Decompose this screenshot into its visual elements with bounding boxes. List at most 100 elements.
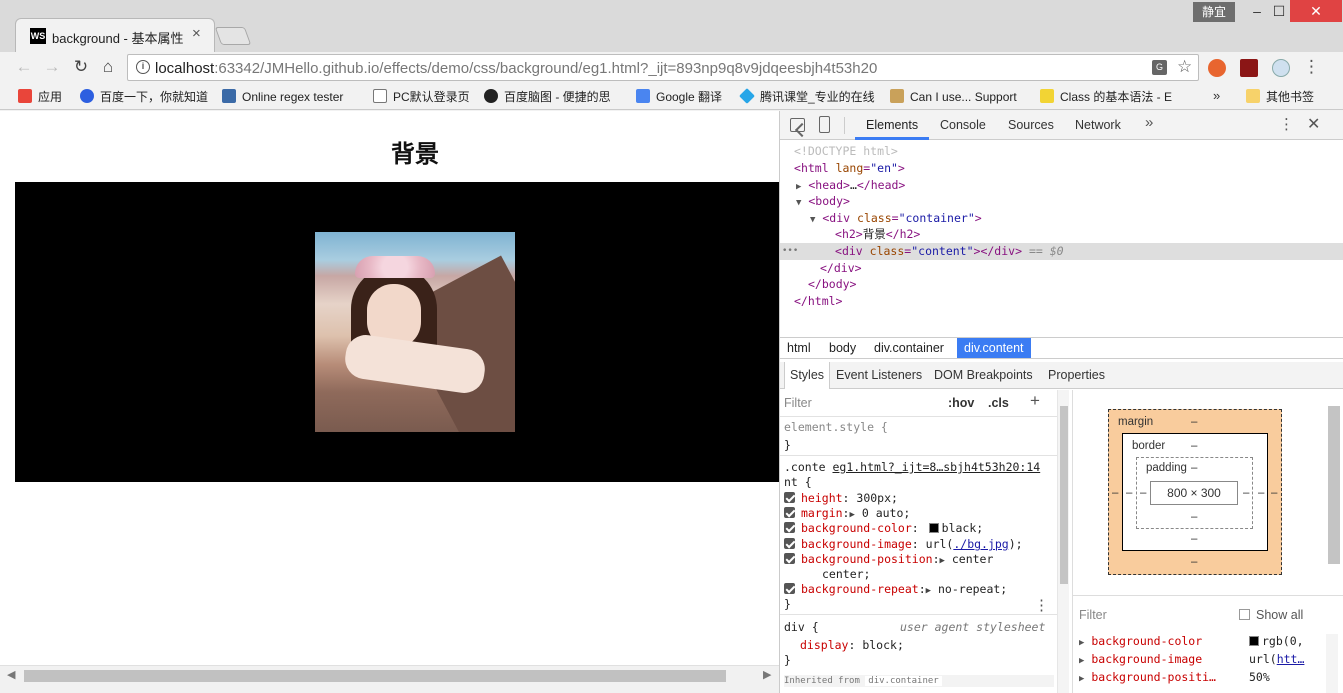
inspect-element-icon[interactable] [790, 118, 805, 132]
device-toolbar-icon[interactable] [819, 116, 830, 133]
prop-checkbox[interactable] [784, 492, 795, 503]
metrics-scrollbar-thumb[interactable] [1328, 406, 1340, 564]
crumb-div-content[interactable]: div.content [957, 338, 1031, 358]
crumb-html[interactable]: html [787, 341, 811, 355]
prop-value[interactable]: 0 auto; [862, 506, 910, 520]
back-arrow-icon[interactable]: ← [13, 56, 35, 78]
expand-triangle-icon[interactable]: ▶ [1079, 674, 1084, 684]
tab-console[interactable]: Console [940, 118, 986, 132]
scrollbar-thumb[interactable] [24, 670, 726, 682]
more-bookmarks-chevron-icon[interactable]: » [1213, 88, 1220, 103]
computed-row[interactable]: ▶ background-positi… [1079, 669, 1216, 687]
dom-head[interactable]: ▶ <head>…</head> [780, 177, 1343, 194]
checkbox-icon[interactable] [1239, 609, 1250, 620]
prop-checkbox[interactable] [784, 538, 795, 549]
browser-tab[interactable]: WS background - 基本属性 × [15, 18, 215, 52]
other-bookmarks[interactable]: 其他书签 [1246, 88, 1314, 106]
tab-event-listeners[interactable]: Event Listeners [836, 368, 922, 382]
expand-triangle-icon[interactable]: ▶ [780, 182, 801, 192]
prop-background-position[interactable]: background-position:▶ center [784, 552, 993, 567]
computed-scrollbar[interactable] [1326, 634, 1338, 693]
tab-close-icon[interactable]: × [192, 25, 201, 42]
inherited-selector[interactable]: div.container [865, 676, 942, 686]
bookmark-item[interactable]: 百度一下，你就知道 [80, 88, 208, 106]
new-rule-plus-icon[interactable]: + [1030, 391, 1040, 411]
box-content-size[interactable]: 800 × 300 [1150, 481, 1238, 505]
gutter-dots-icon[interactable]: ••• [782, 243, 798, 260]
extension-orange-icon[interactable] [1208, 59, 1226, 77]
prop-value[interactable]: center [952, 552, 994, 566]
prop-value[interactable]: black; [942, 521, 984, 535]
margin-right-value[interactable]: – [1271, 487, 1277, 499]
margin-bottom-value[interactable]: – [1191, 556, 1197, 568]
border-bottom-value[interactable]: – [1191, 533, 1197, 545]
dom-doctype[interactable]: <!DOCTYPE html> [780, 143, 1343, 160]
rule-source-link[interactable]: eg1.html?_ijt=8…sbjh4t53h20:14 [832, 460, 1040, 474]
color-swatch-icon[interactable] [928, 523, 939, 533]
show-all-checkbox[interactable]: Show all [1239, 608, 1303, 622]
more-tabs-chevron-icon[interactable]: » [1145, 114, 1153, 131]
border-top-value[interactable]: – [1191, 440, 1197, 452]
home-icon[interactable]: ⌂ [97, 56, 119, 78]
tab-properties[interactable]: Properties [1048, 368, 1105, 382]
rule-menu-icon[interactable]: ⋮ [1034, 596, 1049, 614]
prop-checkbox[interactable] [784, 583, 795, 594]
dom-div-container[interactable]: ▼ <div class="container"> [780, 210, 1343, 227]
collapse-triangle-icon[interactable]: ▼ [780, 198, 801, 208]
expand-triangle-icon[interactable]: ▶ [1079, 638, 1084, 648]
bookmark-item[interactable]: 应用 [18, 88, 62, 106]
bookmark-item[interactable]: Online regex tester [222, 88, 343, 106]
forward-arrow-icon[interactable]: → [41, 56, 63, 78]
scrollbar-thumb[interactable] [1060, 406, 1068, 584]
prop-background-color[interactable]: background-color: black; [784, 521, 983, 536]
bookmark-item[interactable]: PC默认登录页 [373, 88, 470, 106]
prop-checkbox[interactable] [784, 553, 795, 564]
scroll-right-arrow-icon[interactable]: ▶ [763, 668, 771, 681]
site-info-icon[interactable]: i [136, 60, 150, 74]
pdf-extension-icon[interactable] [1240, 59, 1258, 77]
padding-left-value[interactable]: – [1140, 487, 1146, 499]
dom-html[interactable]: <html lang="en"> [780, 160, 1343, 177]
prop-background-position-cont[interactable]: center; [784, 567, 870, 582]
horizontal-scrollbar[interactable]: ◀ ▶ [0, 665, 779, 693]
styles-scrollbar[interactable] [1057, 390, 1069, 693]
class-toggle[interactable]: .cls [988, 396, 1009, 410]
margin-left-value[interactable]: – [1112, 487, 1118, 499]
prop-height[interactable]: height: 300px; [784, 491, 898, 506]
window-close-button[interactable]: ✕ [1290, 0, 1342, 22]
scroll-left-arrow-icon[interactable]: ◀ [7, 668, 15, 681]
prop-background-repeat[interactable]: background-repeat:▶ no-repeat; [784, 582, 1007, 597]
devtools-close-icon[interactable]: ✕ [1307, 114, 1320, 134]
crumb-div-container[interactable]: div.container [874, 341, 944, 355]
hover-state-toggle[interactable]: :hov [948, 396, 974, 410]
dom-body-close[interactable]: </body> [780, 276, 1343, 293]
crumb-body[interactable]: body [829, 341, 856, 355]
image-url-link[interactable]: ./bg.jpg [953, 537, 1008, 551]
rule-selector-line[interactable]: .conte eg1.html?_ijt=8…sbjh4t53h20:14 [784, 460, 1040, 475]
element-style-selector[interactable]: element.style { [784, 420, 888, 435]
border-left-value[interactable]: – [1126, 487, 1132, 499]
expand-caret-icon[interactable]: ▶ [926, 586, 931, 596]
padding-right-value[interactable]: – [1243, 487, 1249, 499]
dom-html-close[interactable]: </html> [780, 293, 1343, 310]
bookmark-item[interactable]: 腾讯课堂_专业的在线 [739, 88, 875, 106]
tab-dom-breakpoints[interactable]: DOM Breakpoints [934, 368, 1033, 382]
computed-row[interactable]: ▶ background-color [1079, 633, 1202, 651]
computed-row[interactable]: ▶ background-image [1079, 651, 1202, 669]
expand-caret-icon[interactable]: ▶ [849, 510, 854, 520]
collapse-triangle-icon[interactable]: ▼ [780, 215, 815, 225]
bookmark-item[interactable]: Can I use... Support [890, 88, 1017, 106]
margin-top-value[interactable]: – [1191, 416, 1197, 428]
computed-url-link[interactable]: htt… [1277, 652, 1305, 666]
dom-h2[interactable]: <h2>背景</h2> [780, 226, 1343, 243]
dom-div-close[interactable]: </div> [780, 260, 1343, 277]
bookmark-item[interactable]: 百度脑图 - 便捷的思 [484, 88, 611, 106]
dom-body[interactable]: ▼ <body> [780, 193, 1343, 210]
expand-triangle-icon[interactable]: ▶ [1079, 656, 1084, 666]
prop-background-image[interactable]: background-image: url(./bg.jpg); [784, 537, 1023, 552]
box-padding[interactable]: padding – – – – 800 × 300 [1136, 457, 1253, 529]
devtools-menu-icon[interactable]: ⋮ [1279, 115, 1294, 133]
box-margin[interactable]: margin – – – – border – – – – padding – … [1108, 409, 1282, 575]
profile-button[interactable]: 静宜 [1193, 2, 1235, 22]
prop-value[interactable]: 300px; [856, 491, 898, 505]
